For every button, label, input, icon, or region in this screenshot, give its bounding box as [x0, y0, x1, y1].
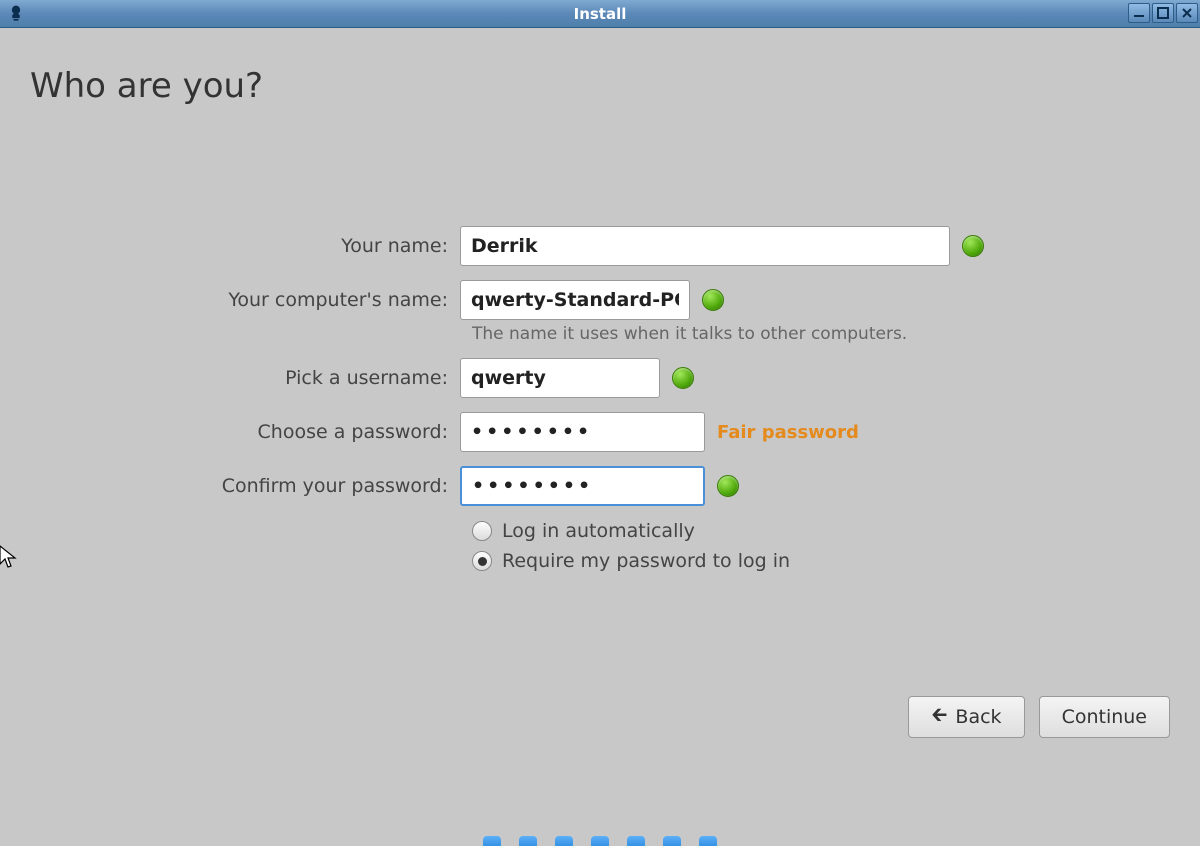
password-strength: Fair password — [717, 422, 859, 443]
continue-button[interactable]: Continue — [1039, 696, 1170, 738]
radio-require-password[interactable]: Require my password to log in — [472, 550, 1200, 572]
minimize-button[interactable] — [1128, 3, 1150, 23]
maximize-button[interactable] — [1152, 3, 1174, 23]
back-button[interactable]: 🡰 Back — [908, 696, 1024, 738]
check-icon — [702, 289, 724, 311]
window-title: Install — [0, 5, 1200, 23]
app-icon — [4, 2, 28, 26]
label-username: Pick a username: — [0, 367, 460, 389]
confirm-password-input[interactable] — [460, 466, 705, 506]
label-password: Choose a password: — [0, 421, 460, 443]
check-icon — [962, 235, 984, 257]
pager-dot — [591, 836, 609, 846]
label-confirm-password: Confirm your password: — [0, 475, 460, 497]
pager-dot — [483, 836, 501, 846]
progress-pager — [0, 836, 1200, 846]
pager-dot — [699, 836, 717, 846]
close-button[interactable] — [1176, 3, 1198, 23]
back-button-label: Back — [955, 706, 1001, 728]
computer-name-input[interactable] — [460, 280, 690, 320]
computer-name-hint: The name it uses when it talks to other … — [472, 324, 1200, 344]
installer-page: Who are you? Your name: Your computer's … — [0, 66, 1200, 846]
radio-login-automatically[interactable]: Log in automatically — [472, 520, 1200, 542]
username-input[interactable] — [460, 358, 660, 398]
pager-dot — [627, 836, 645, 846]
radio-icon — [472, 521, 492, 541]
label-your-name: Your name: — [0, 235, 460, 257]
check-icon — [717, 475, 739, 497]
radio-label-auto: Log in automatically — [502, 520, 695, 542]
check-icon — [672, 367, 694, 389]
radio-icon — [472, 551, 492, 571]
pager-dot — [555, 836, 573, 846]
radio-label-require: Require my password to log in — [502, 550, 790, 572]
page-title: Who are you? — [30, 66, 1200, 106]
your-name-input[interactable] — [460, 226, 950, 266]
label-computer-name: Your computer's name: — [0, 289, 460, 311]
arrow-left-icon: 🡰 — [931, 700, 947, 734]
pager-dot — [663, 836, 681, 846]
window-titlebar: Install — [0, 0, 1200, 28]
login-option-group: Log in automatically Require my password… — [472, 520, 1200, 572]
password-input[interactable] — [460, 412, 705, 452]
user-form: Your name: Your computer's name: The nam… — [0, 226, 1200, 580]
pager-dot — [519, 836, 537, 846]
continue-button-label: Continue — [1062, 706, 1147, 728]
